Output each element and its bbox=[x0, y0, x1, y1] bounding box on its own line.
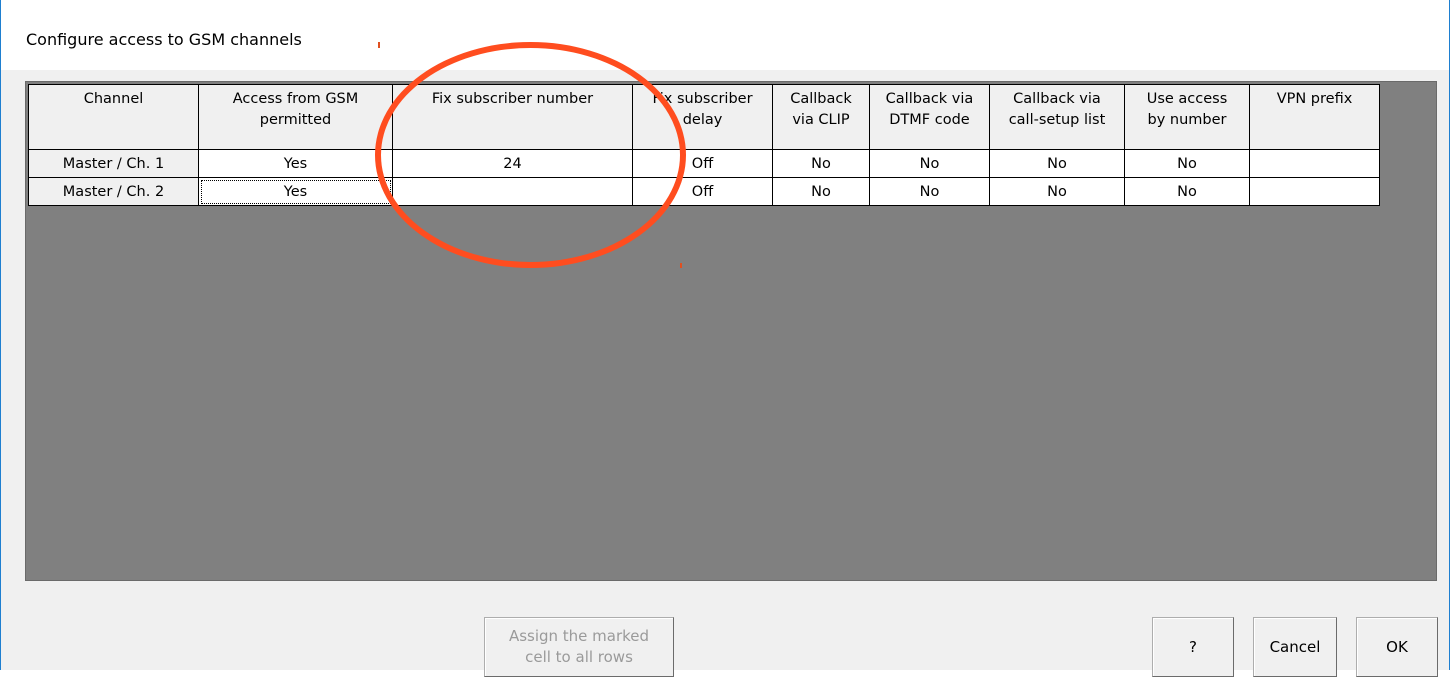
col-header-callback-clip[interactable]: Callback via CLIP bbox=[772, 84, 870, 150]
cell-callback-dtmf[interactable]: No bbox=[869, 177, 990, 206]
table-row: Master / Ch. 2 Yes Off No No No No bbox=[28, 177, 1380, 206]
col-header-use-access-by-number[interactable]: Use access by number bbox=[1124, 84, 1250, 150]
cell-access-permitted[interactable]: Yes bbox=[198, 149, 393, 178]
col-header-fix-subscriber-number[interactable]: Fix subscriber number bbox=[392, 84, 633, 150]
title-bar: Configure access to GSM channels bbox=[1, 0, 1449, 70]
cell-use-access-by-number[interactable]: No bbox=[1124, 177, 1250, 206]
channel-grid: Channel Access from GSM permitted Fix su… bbox=[28, 84, 1380, 206]
col-header-fix-subscriber-delay[interactable]: Fix subscriber delay bbox=[632, 84, 773, 150]
cell-fix-subscriber-number[interactable]: 24 bbox=[392, 149, 633, 178]
help-button[interactable]: ? bbox=[1152, 617, 1234, 677]
col-header-callback-dtmf[interactable]: Callback via DTMF code bbox=[869, 84, 990, 150]
row-header-channel[interactable]: Master / Ch. 2 bbox=[28, 177, 199, 206]
cell-fix-subscriber-delay[interactable]: Off bbox=[632, 177, 773, 206]
col-header-callback-call-setup[interactable]: Callback via call-setup list bbox=[989, 84, 1125, 150]
cell-vpn-prefix[interactable] bbox=[1249, 177, 1380, 206]
cell-fix-subscriber-number[interactable] bbox=[392, 177, 633, 206]
cell-callback-call-setup[interactable]: No bbox=[989, 177, 1125, 206]
cell-access-permitted[interactable]: Yes bbox=[198, 177, 393, 206]
dialog-window: Configure access to GSM channels Channel… bbox=[0, 0, 1450, 677]
annotation-mark bbox=[680, 263, 682, 268]
assign-to-all-rows-button[interactable]: Assign the marked cell to all rows bbox=[484, 617, 674, 677]
cell-use-access-by-number[interactable]: No bbox=[1124, 149, 1250, 178]
cell-callback-clip[interactable]: No bbox=[772, 177, 870, 206]
col-header-access-permitted[interactable]: Access from GSM permitted bbox=[198, 84, 393, 150]
cancel-button[interactable]: Cancel bbox=[1253, 617, 1337, 677]
cell-callback-call-setup[interactable]: No bbox=[989, 149, 1125, 178]
ok-button[interactable]: OK bbox=[1356, 617, 1438, 677]
window-title: Configure access to GSM channels bbox=[26, 30, 302, 49]
col-header-channel[interactable]: Channel bbox=[28, 84, 199, 150]
channel-grid-area: Channel Access from GSM permitted Fix su… bbox=[25, 81, 1437, 581]
col-header-vpn-prefix[interactable]: VPN prefix bbox=[1249, 84, 1380, 150]
grid-header-row: Channel Access from GSM permitted Fix su… bbox=[28, 84, 1380, 150]
row-header-channel[interactable]: Master / Ch. 1 bbox=[28, 149, 199, 178]
cell-vpn-prefix[interactable] bbox=[1249, 149, 1380, 178]
table-row: Master / Ch. 1 Yes 24 Off No No No No bbox=[28, 149, 1380, 178]
annotation-mark bbox=[378, 42, 380, 48]
cell-callback-dtmf[interactable]: No bbox=[869, 149, 990, 178]
cell-fix-subscriber-delay[interactable]: Off bbox=[632, 149, 773, 178]
cell-callback-clip[interactable]: No bbox=[772, 149, 870, 178]
